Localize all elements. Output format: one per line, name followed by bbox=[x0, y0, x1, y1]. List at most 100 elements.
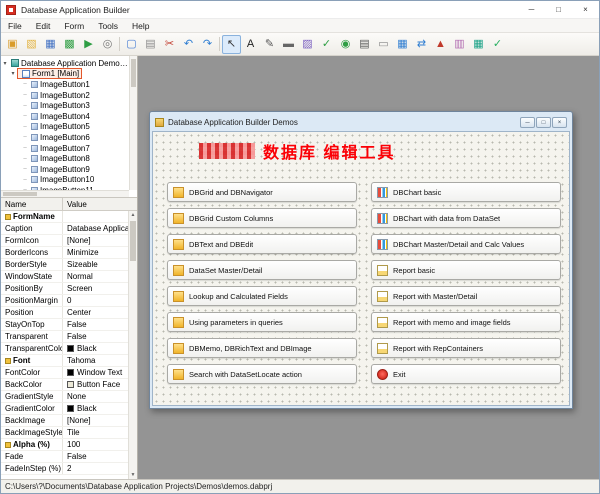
demo-button[interactable]: Lookup and Calculated Fields bbox=[167, 286, 357, 306]
property-grid-scrollbar[interactable] bbox=[128, 211, 137, 479]
memo-tool[interactable]: ▤ bbox=[355, 35, 374, 54]
demo-button[interactable]: DBChart with data from DataSet bbox=[371, 208, 561, 228]
table-tool[interactable]: ▦ bbox=[469, 35, 488, 54]
edit-tool[interactable]: ✎ bbox=[260, 35, 279, 54]
property-row[interactable]: GradientColor Black bbox=[1, 403, 137, 415]
property-row[interactable]: FadeInStep (%) 2 bbox=[1, 463, 137, 475]
undo-tool[interactable]: ↶ bbox=[179, 35, 198, 54]
property-row[interactable]: Alpha (%) 100 bbox=[1, 439, 137, 451]
demo-button[interactable]: Report with memo and image fields bbox=[371, 312, 561, 332]
title-bar[interactable]: Database Application Builder ─ □ × bbox=[1, 1, 599, 19]
property-row[interactable]: BackImageStyle Tile bbox=[1, 427, 137, 439]
menu-item[interactable]: Form bbox=[57, 19, 91, 32]
property-row[interactable]: TransparentColor Black bbox=[1, 343, 137, 355]
redo-tool[interactable]: ↷ bbox=[198, 35, 217, 54]
demo-button[interactable]: Report with RepContainers bbox=[371, 338, 561, 358]
tree-item-imagebutton[interactable]: ImageButton7 bbox=[1, 143, 137, 154]
property-row[interactable]: FormIcon [None] bbox=[1, 235, 137, 247]
demo-button[interactable]: Search with DataSetLocate action bbox=[167, 364, 357, 384]
radio-tool[interactable]: ◉ bbox=[336, 35, 355, 54]
copy-tool[interactable]: ▤ bbox=[141, 35, 160, 54]
tree-item-imagebutton[interactable]: ImageButton4 bbox=[1, 111, 137, 122]
database-tool[interactable]: ▩ bbox=[60, 35, 79, 54]
property-row[interactable]: PositionBy Screen bbox=[1, 283, 137, 295]
property-row[interactable]: BorderIcons Minimize bbox=[1, 247, 137, 259]
tree-item-imagebutton[interactable]: ImageButton2 bbox=[1, 90, 137, 101]
property-row[interactable]: Position Center bbox=[1, 307, 137, 319]
checkbox-tool[interactable]: ✓ bbox=[317, 35, 336, 54]
close-button[interactable]: × bbox=[572, 1, 599, 18]
demo-button[interactable]: DBGrid and DBNavigator bbox=[167, 182, 357, 202]
property-row[interactable]: FormName bbox=[1, 211, 137, 223]
property-row[interactable]: WindowState Normal bbox=[1, 271, 137, 283]
scrollbar-thumb[interactable] bbox=[131, 59, 136, 87]
button-tool[interactable]: ▬ bbox=[279, 35, 298, 54]
property-row[interactable]: Transparent False bbox=[1, 331, 137, 343]
demo-button[interactable]: DBChart basic bbox=[371, 182, 561, 202]
label-tool[interactable]: A bbox=[241, 35, 260, 54]
new-project-tool[interactable]: ▣ bbox=[3, 35, 22, 54]
demo-button[interactable]: DataSet Master/Detail bbox=[167, 260, 357, 280]
check-tool[interactable]: ✓ bbox=[488, 35, 507, 54]
property-row[interactable]: StayOnTop False bbox=[1, 319, 137, 331]
form-title-bar[interactable]: Database Application Builder Demos ─ □ × bbox=[152, 114, 570, 131]
menu-item[interactable]: Tools bbox=[91, 19, 125, 32]
scroll-down-arrow-icon[interactable] bbox=[129, 471, 137, 479]
property-row[interactable]: BackColor Button Face bbox=[1, 379, 137, 391]
property-row[interactable]: Fade False bbox=[1, 451, 137, 463]
menu-item[interactable]: Edit bbox=[29, 19, 58, 32]
cut-tool[interactable]: ✂ bbox=[160, 35, 179, 54]
demo-button[interactable]: Using parameters in queries bbox=[167, 312, 357, 332]
scrollbar-thumb[interactable] bbox=[3, 192, 37, 196]
caret-down-icon[interactable] bbox=[1, 60, 9, 67]
menu-item[interactable]: Help bbox=[125, 19, 156, 32]
tree-form-node[interactable]: Form1 [Main] bbox=[1, 69, 137, 80]
demo-button[interactable]: DBText and DBEdit bbox=[167, 234, 357, 254]
property-row[interactable]: BorderStyle Sizeable bbox=[1, 259, 137, 271]
tree-item-imagebutton[interactable]: ImageButton10 bbox=[1, 175, 137, 186]
property-row[interactable]: FontColor Window Text bbox=[1, 367, 137, 379]
scrollbar-thumb[interactable] bbox=[130, 221, 136, 261]
form-minimize-button[interactable]: ─ bbox=[520, 117, 535, 128]
tree-item-imagebutton[interactable]: ImageButton5 bbox=[1, 122, 137, 133]
demo-button[interactable]: DBMemo, DBRichText and DBImage bbox=[167, 338, 357, 358]
demo-button[interactable]: DBChart Master/Detail and Calc Values bbox=[371, 234, 561, 254]
form-canvas[interactable]: 数据库 编辑工具 DBGrid and DBNavigator bbox=[152, 131, 570, 406]
panel-tool[interactable]: ▭ bbox=[374, 35, 393, 54]
designed-form-window[interactable]: Database Application Builder Demos ─ □ ×… bbox=[149, 111, 573, 409]
tree-vertical-scrollbar[interactable] bbox=[129, 56, 137, 190]
form-maximize-button[interactable]: □ bbox=[536, 117, 551, 128]
property-row[interactable]: Caption Database Applica bbox=[1, 223, 137, 235]
navigator-tool[interactable]: ⇄ bbox=[412, 35, 431, 54]
demo-button[interactable]: Report with Master/Detail bbox=[371, 286, 561, 306]
tree-root-node[interactable]: Database Application Demos [ bbox=[1, 58, 137, 69]
demo-button[interactable]: DBGrid Custom Columns bbox=[167, 208, 357, 228]
demo-button[interactable]: Exit bbox=[371, 364, 561, 384]
grid-tool[interactable]: ▦ bbox=[393, 35, 412, 54]
chart-tool[interactable]: ▲ bbox=[431, 35, 450, 54]
tree-item-imagebutton[interactable]: ImageButton3 bbox=[1, 100, 137, 111]
caret-down-icon[interactable] bbox=[9, 70, 17, 77]
menu-item[interactable]: File bbox=[1, 19, 29, 32]
tree-item-imagebutton[interactable]: ImageButton9 bbox=[1, 164, 137, 175]
tree-item-imagebutton[interactable]: ImageButton8 bbox=[1, 153, 137, 164]
minimize-button[interactable]: ─ bbox=[518, 1, 545, 18]
form-close-button[interactable]: × bbox=[552, 117, 567, 128]
image-tool[interactable]: ▨ bbox=[298, 35, 317, 54]
help-tool[interactable]: ◎ bbox=[98, 35, 117, 54]
pointer-tool[interactable]: ↖ bbox=[222, 35, 241, 54]
save-project-tool[interactable]: ▦ bbox=[41, 35, 60, 54]
tree-item-imagebutton[interactable]: ImageButton6 bbox=[1, 132, 137, 143]
scroll-up-arrow-icon[interactable] bbox=[129, 211, 137, 219]
demo-button[interactable]: Report basic bbox=[371, 260, 561, 280]
tree-horizontal-scrollbar[interactable] bbox=[1, 190, 129, 197]
open-project-tool[interactable]: ▧ bbox=[22, 35, 41, 54]
property-row[interactable]: BackImage [None] bbox=[1, 415, 137, 427]
report-tool[interactable]: ▥ bbox=[450, 35, 469, 54]
tree-item-imagebutton[interactable]: ImageButton1 bbox=[1, 79, 137, 90]
new-form-tool[interactable]: ▢ bbox=[122, 35, 141, 54]
property-row[interactable]: Font Tahoma bbox=[1, 355, 137, 367]
maximize-button[interactable]: □ bbox=[545, 1, 572, 18]
property-row[interactable]: PositionMargin 0 bbox=[1, 295, 137, 307]
run-tool[interactable]: ▶ bbox=[79, 35, 98, 54]
